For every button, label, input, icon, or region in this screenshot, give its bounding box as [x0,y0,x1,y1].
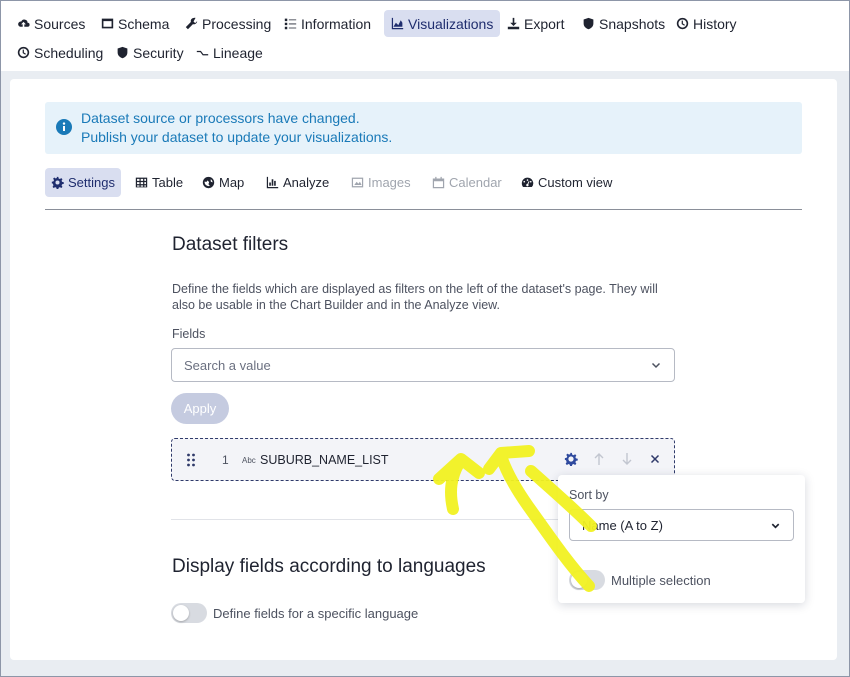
description-line-1: Define the fields which are displayed as… [172,282,658,296]
nav-tab-label: Schema [118,15,170,32]
info-icon [56,119,72,135]
tab-label: Table [152,175,184,190]
nav-tab-label: Export [524,15,565,32]
nav-tab-visualizations[interactable]: Visualizations [384,10,501,37]
shield-icon [117,46,128,59]
nav-tab-lineage[interactable]: Lineage [189,39,270,66]
description-line-2: also be usable in the Chart Builder and … [172,298,500,312]
image-icon [351,177,364,188]
tab-label: Analyze [283,175,330,190]
sort-by-label: Sort by [569,488,609,502]
nav-tab-label: Information [301,15,372,32]
globe-icon [202,176,215,189]
nav-tab-snapshots[interactable]: Snapshots [575,10,672,37]
nav-tab-information[interactable]: Information [277,10,378,37]
arrow-up-icon[interactable] [593,452,605,466]
nav-tab-scheduling[interactable]: Scheduling [10,39,110,66]
chevron-down-icon [651,362,661,369]
arrow-down-icon[interactable] [621,452,633,466]
area-chart-icon [391,17,404,30]
tab-label: Images [368,175,411,190]
tab-analyze[interactable]: Analyze [260,168,335,197]
nav-tab-label: Snapshots [599,15,666,32]
table-icon [135,177,148,188]
sort-by-select[interactable]: Name (A to Z) [569,509,794,541]
shield-icon [583,17,594,30]
calendar-icon [432,176,445,189]
tab-table[interactable]: Table [129,168,189,197]
alert-line-1: Dataset source or processors have change… [81,110,360,126]
wrench-icon [185,17,198,30]
search-placeholder: Search a value [184,357,271,373]
section-divider [171,519,561,520]
nav-tab-history[interactable]: History [669,10,744,37]
dashboard-icon [521,177,534,188]
nav-tab-security[interactable]: Security [109,39,191,66]
field-settings-popover: Sort by Name (A to Z) Multiple selection [558,475,805,603]
tab-label: Settings [68,175,115,190]
download-icon [507,17,520,30]
sort-by-value: Name (A to Z) [582,517,663,533]
field-index: 1 [222,453,229,467]
field-type-badge: Abc [242,456,256,465]
drag-handle-icon[interactable] [186,453,196,467]
nav-tab-label: Visualizations [408,15,494,32]
chevron-down-icon [771,523,780,529]
nav-tab-sources[interactable]: Sources [10,10,92,37]
clock-icon [676,17,689,30]
nav-tab-export[interactable]: Export [500,10,571,37]
tab-label: Map [219,175,245,190]
apply-button[interactable]: Apply [171,393,229,424]
field-name: SUBURB_NAME_LIST [260,453,389,467]
nav-tab-label: Lineage [213,44,263,61]
visualization-tabs: Settings Table Map Analyze Images Calend… [45,168,802,210]
clock-icon [17,46,30,59]
dataset-filters-description: Define the fields which are displayed as… [172,281,672,313]
close-icon[interactable] [649,452,661,466]
fields-search-select[interactable]: Search a value [171,348,675,382]
nav-tab-label: Sources [34,15,86,32]
list-icon [284,18,297,30]
cloud-upload-icon [18,19,30,27]
language-toggle[interactable] [171,603,207,623]
window-icon [101,18,114,29]
fields-label: Fields [172,327,206,341]
top-navigation: Sources Schema Processing Information Vi… [1,1,849,71]
tab-label: Calendar [449,175,502,190]
tab-label: Custom view [538,175,613,190]
dataset-filters-title: Dataset filters [172,234,289,255]
tab-custom-view[interactable]: Custom view [515,168,618,197]
nav-tab-processing[interactable]: Processing [178,10,278,37]
tab-calendar: Calendar [426,168,508,197]
language-toggle-label: Define fields for a specific language [213,606,419,621]
info-alert: Dataset source or processors have change… [45,102,802,154]
tab-map[interactable]: Map [196,168,250,197]
languages-title: Display fields according to languages [172,556,486,577]
lineage-icon [196,50,209,56]
tab-images: Images [345,168,417,197]
nav-tab-schema[interactable]: Schema [94,10,176,37]
gear-icon[interactable] [564,452,578,466]
nav-tab-label: History [693,15,737,32]
nav-tab-label: Processing [202,15,272,32]
nav-tab-label: Scheduling [34,44,104,61]
bar-chart-icon [266,176,279,189]
alert-line-2: Publish your dataset to update your visu… [81,129,393,145]
multiple-selection-toggle[interactable] [569,570,605,590]
multiple-selection-label: Multiple selection [611,573,711,588]
nav-tab-label: Security [133,44,184,61]
gear-icon [51,176,64,189]
tab-settings[interactable]: Settings [45,168,121,197]
